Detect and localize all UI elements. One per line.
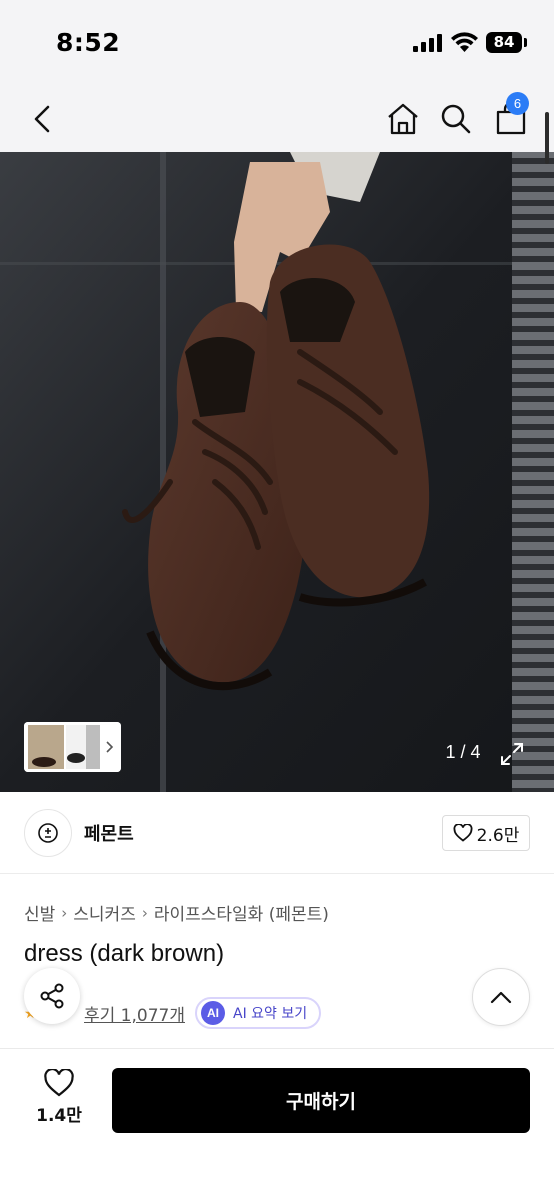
grille-stripe <box>512 648 554 654</box>
grille-stripe <box>512 564 554 570</box>
grille-stripe <box>512 522 554 528</box>
share-button[interactable] <box>24 968 80 1024</box>
breadcrumb: 신발 › 스니커즈 › 라이프스타일화 (페몬트) <box>24 900 329 926</box>
grille-stripe <box>512 186 554 192</box>
grille-stripe <box>512 228 554 234</box>
product-title: dress (dark brown) <box>24 940 225 967</box>
grille-stripe <box>512 536 554 542</box>
image-counter: 1 / 4 <box>445 742 481 762</box>
cart-count-badge: 6 <box>506 92 529 115</box>
brand-like-button[interactable]: 2.6만 <box>442 815 530 851</box>
brand-name[interactable]: 페몬트 <box>84 820 134 846</box>
grille-stripe <box>512 480 554 486</box>
chevron-right-icon: › <box>141 903 148 922</box>
ai-summary-label: AI 요약 보기 <box>233 1006 308 1022</box>
grille-stripe <box>512 662 554 668</box>
expand-icon <box>501 743 523 765</box>
wishlist-button[interactable]: 1.4만 <box>24 1069 94 1133</box>
grille-stripe <box>512 452 554 458</box>
wishlist-count: 1.4만 <box>36 1106 82 1126</box>
grille-stripe <box>512 354 554 360</box>
grille-stripe <box>512 494 554 500</box>
grille-stripe <box>512 284 554 290</box>
scroll-indicator[interactable] <box>545 112 549 164</box>
grille-stripe <box>512 550 554 556</box>
thumbnail-image <box>24 722 121 772</box>
ai-badge: AI <box>201 1001 225 1025</box>
grille-stripe <box>512 172 554 178</box>
grille-stripe <box>512 312 554 318</box>
grille-stripe <box>512 634 554 640</box>
grille-stripe <box>512 256 554 262</box>
chevron-up-icon <box>490 991 512 1004</box>
grille-stripe <box>512 270 554 276</box>
ai-summary-button[interactable]: AI AI 요약 보기 <box>195 997 322 1029</box>
grille-stripe <box>512 676 554 682</box>
grille-stripe <box>512 200 554 206</box>
share-icon <box>40 983 64 1009</box>
grille-stripe <box>512 340 554 346</box>
heart-icon <box>44 1069 74 1097</box>
grille-stripe <box>512 368 554 374</box>
grille-stripe <box>512 242 554 248</box>
status-time: 8:52 <box>56 28 121 57</box>
breadcrumb-item[interactable]: 스니커즈 <box>73 900 136 925</box>
brand-row: 페몬트 2.6만 <box>0 792 554 874</box>
grille-stripe <box>512 396 554 402</box>
back-icon <box>34 105 50 133</box>
grille-stripe <box>512 326 554 332</box>
breadcrumb-item[interactable]: 신발 <box>24 900 55 925</box>
search-button[interactable] <box>436 94 476 144</box>
grille-stripe <box>512 466 554 472</box>
brand-logo-icon <box>38 823 58 843</box>
search-icon <box>441 104 471 134</box>
scroll-top-button[interactable] <box>472 968 530 1026</box>
buy-button[interactable]: 구매하기 <box>112 1068 530 1133</box>
grille-stripe <box>512 578 554 584</box>
nav-bar <box>0 86 554 152</box>
expand-button[interactable] <box>498 740 526 768</box>
grille-stripe <box>512 606 554 612</box>
signal-icon <box>413 34 442 52</box>
home-button[interactable] <box>383 94 423 144</box>
battery-tip <box>524 38 527 47</box>
brand-like-count: 2.6만 <box>476 825 520 846</box>
grille-stripe <box>512 592 554 598</box>
home-icon <box>388 103 418 135</box>
grille-stripe <box>512 690 554 696</box>
product-photo <box>0 152 554 792</box>
grille-stripe <box>512 508 554 514</box>
grille-stripe <box>512 438 554 444</box>
back-button[interactable] <box>24 94 60 144</box>
brand-logo[interactable] <box>24 809 72 857</box>
grille-stripe <box>512 774 554 780</box>
status-bar: 8:52 84 <box>0 0 554 86</box>
grille-stripe <box>512 298 554 304</box>
grille-stripe <box>512 424 554 430</box>
grille-stripe <box>512 410 554 416</box>
thumbnail-strip[interactable] <box>24 722 121 772</box>
review-link[interactable]: 후기 1,077개 <box>84 1001 185 1026</box>
grille-stripe <box>512 382 554 388</box>
battery-icon: 84 <box>486 32 522 53</box>
grille-stripe <box>512 620 554 626</box>
grille-stripe <box>512 214 554 220</box>
grille-stripe <box>512 718 554 724</box>
chevron-right-icon: › <box>61 903 68 922</box>
breadcrumb-item[interactable]: 라이프스타일화 (페몬트) <box>154 900 329 925</box>
product-image[interactable]: 1 / 4 <box>0 152 554 792</box>
bottom-bar: 1.4만 구매하기 <box>0 1048 554 1200</box>
grille-stripe <box>512 732 554 738</box>
wifi-icon <box>451 32 478 52</box>
grille-stripe <box>512 704 554 710</box>
heart-icon <box>453 824 473 842</box>
